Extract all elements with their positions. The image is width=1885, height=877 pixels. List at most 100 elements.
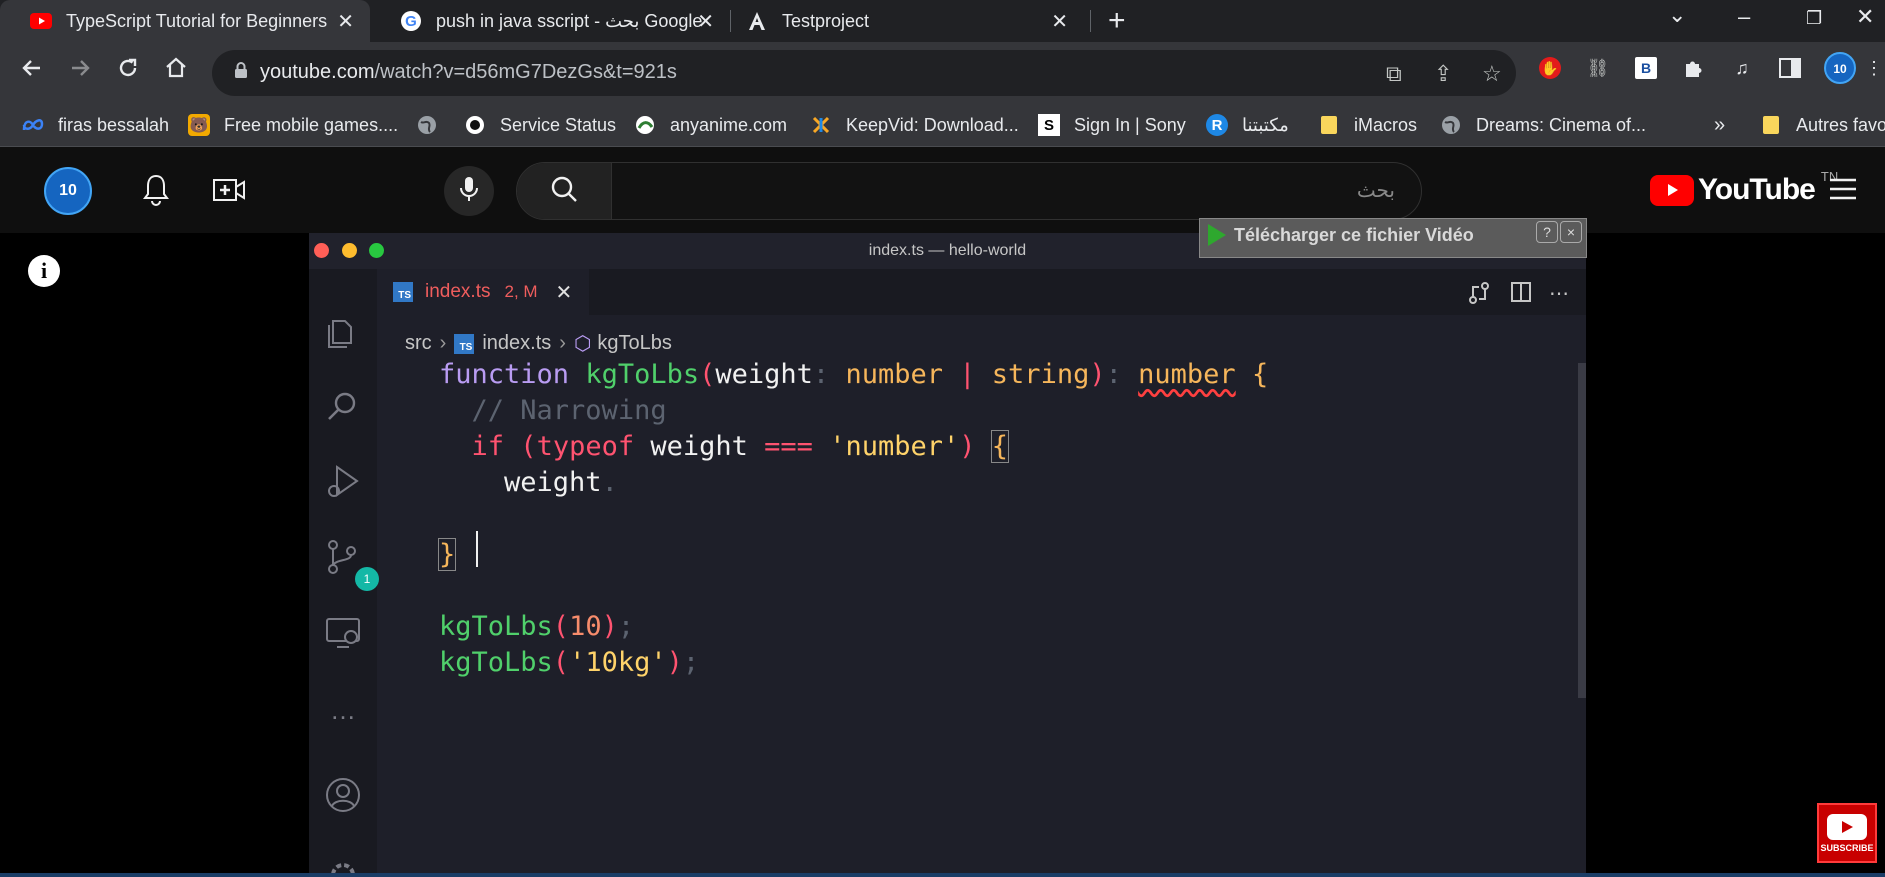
tab-divider	[1090, 10, 1091, 32]
close-tab-icon[interactable]: ✕	[697, 9, 714, 34]
hamburger-menu-icon[interactable]	[1828, 177, 1858, 206]
status-icon	[464, 114, 486, 136]
code-line: function kgToLbs(weight: number | string…	[439, 359, 1269, 390]
microphone-icon	[459, 175, 479, 208]
svg-text:✋: ✋	[1541, 60, 1558, 76]
function-symbol-icon: ⬡	[573, 333, 592, 355]
tab-search-icon[interactable]: ⌄	[1668, 2, 1686, 28]
bookmark-star-icon[interactable]: ☆	[1482, 61, 1502, 87]
bookmarks-bar: firas bessalah 🐻 Free mobile games.... S…	[0, 104, 1885, 147]
code-line: kgToLbs(10);	[439, 611, 635, 642]
angular-icon	[746, 10, 768, 32]
svg-text:B: B	[1641, 60, 1651, 76]
youtube-logo[interactable]: YouTube TN	[1650, 169, 1838, 207]
info-icon[interactable]: i	[28, 255, 60, 287]
new-tab-button[interactable]: +	[1108, 4, 1126, 38]
scm-badge: 1	[355, 567, 379, 591]
close-icon: ✕	[555, 281, 573, 304]
tab-title: Testproject	[782, 10, 870, 31]
meta-icon	[22, 114, 44, 136]
code-editor: function kgToLbs(weight: number | string…	[437, 357, 1269, 681]
voice-search-button[interactable]	[444, 166, 494, 216]
bookmark-item[interactable]: firas bessalah	[22, 104, 169, 146]
run-debug-icon	[323, 461, 363, 501]
tab-testproject[interactable]: Testproject ✕	[730, 0, 1090, 42]
tab-youtube[interactable]: TypeScript Tutorial for Beginners ✕	[0, 0, 370, 42]
link-extension-icon[interactable]: ⛓	[1586, 56, 1610, 80]
svg-text:10: 10	[1833, 62, 1847, 76]
bookmark-item[interactable]: 🐻 Free mobile games....	[188, 104, 398, 146]
home-icon[interactable]	[164, 56, 188, 87]
tab-title: push in java sscript - بحث Google	[436, 10, 703, 31]
tab-status: 2, M	[504, 282, 538, 301]
anime-icon	[634, 114, 656, 136]
close-tab-icon[interactable]: ✕	[1051, 9, 1068, 34]
folder-icon	[1760, 114, 1782, 136]
bookmark-item[interactable]: R مكتبتنا	[1206, 104, 1289, 146]
chevron-right-icon: ›	[559, 332, 566, 354]
youtube-masthead: 10 بحث YouTube TN	[0, 147, 1885, 233]
avatar[interactable]: 10	[44, 167, 92, 215]
share-icon[interactable]: ⇪	[1434, 61, 1452, 87]
typescript-file-icon: TS	[454, 333, 475, 354]
video-player[interactable]: i index.ts — hello-world 1 … TS index.ts…	[0, 218, 1885, 877]
search-input[interactable]: بحث	[1357, 178, 1395, 203]
text-cursor	[476, 531, 478, 567]
more-actions-icon: ⋯	[1549, 283, 1569, 305]
bookmark-item[interactable]	[416, 104, 452, 146]
side-panel-icon[interactable]	[1778, 56, 1802, 80]
open-in-app-icon[interactable]: ⧉	[1386, 61, 1402, 87]
browser-toolbar: youtube.com/watch?v=d56mG7DezGs&t=921s ⧉…	[0, 42, 1885, 104]
bookmarks-overflow-button[interactable]: »	[1714, 104, 1725, 146]
stop-hand-extension-icon[interactable]: ✋	[1538, 56, 1562, 80]
tab-google[interactable]: G push in java sscript - بحث Google ✕	[370, 0, 730, 42]
library-icon: R	[1206, 114, 1228, 136]
other-bookmarks-folder[interactable]: Autres favo	[1760, 104, 1885, 146]
notifications-bell-icon[interactable]	[142, 173, 170, 212]
download-video-button[interactable]: Télécharger ce fichier Vidéo	[1208, 221, 1474, 249]
keepvid-icon	[810, 114, 832, 136]
chrome-menu-icon[interactable]: ⋮	[1862, 56, 1885, 80]
editor-scrollbar	[1578, 363, 1586, 698]
bookmark-item[interactable]: iMacros	[1318, 104, 1417, 146]
back-icon[interactable]	[20, 56, 44, 87]
create-video-icon[interactable]	[212, 177, 246, 208]
bookmark-item[interactable]: S Sign In | Sony	[1038, 104, 1186, 146]
profile-avatar-icon[interactable]: 10	[1824, 52, 1856, 84]
globe-icon	[416, 114, 438, 136]
youtube-play-icon	[1650, 174, 1694, 206]
forward-icon[interactable]	[68, 56, 92, 87]
bookmark-item[interactable]: Service Status	[464, 104, 616, 146]
code-line: // Narrowing	[471, 395, 667, 426]
video-progress-bar[interactable]	[0, 873, 1885, 877]
split-editor-icon	[1510, 281, 1532, 309]
vscode-window: index.ts — hello-world 1 … TS index.ts 2…	[309, 218, 1587, 877]
subscribe-watermark[interactable]: SUBSCRIBE	[1817, 803, 1877, 863]
activity-bar: 1 …	[309, 269, 379, 877]
restore-icon[interactable]: ❐	[1806, 8, 1822, 29]
close-tab-icon[interactable]: ✕	[337, 9, 354, 34]
bookmark-item[interactable]: Dreams: Cinema of...	[1440, 104, 1646, 146]
url-text: youtube.com/watch?v=d56mG7DezGs&t=921s	[260, 61, 677, 83]
code-line: if (typeof weight === 'number') {	[471, 430, 1010, 463]
play-icon	[1827, 813, 1867, 840]
tab-filename: index.ts	[425, 281, 491, 302]
media-queue-icon[interactable]: ♫	[1730, 56, 1754, 80]
search-icon	[323, 387, 363, 427]
search-button[interactable]	[517, 163, 612, 219]
address-bar[interactable]: youtube.com/watch?v=d56mG7DezGs&t=921s ⧉…	[212, 50, 1516, 96]
b-extension-icon[interactable]: B	[1634, 56, 1658, 80]
help-button[interactable]: ?	[1536, 221, 1558, 243]
tab-title: TypeScript Tutorial for Beginners	[66, 10, 328, 31]
reload-icon[interactable]	[116, 56, 140, 87]
close-overlay-button[interactable]: ×	[1560, 221, 1582, 243]
bookmark-item[interactable]: anyanime.com	[634, 104, 787, 146]
close-window-icon[interactable]: ✕	[1856, 4, 1874, 30]
bookmark-item[interactable]: KeepVid: Download...	[810, 104, 1019, 146]
sony-icon: S	[1038, 114, 1060, 136]
minimize-icon[interactable]: –	[1738, 4, 1750, 30]
lock-icon[interactable]	[234, 62, 248, 83]
game-icon: 🐻	[188, 114, 210, 136]
extensions-puzzle-icon[interactable]	[1682, 56, 1706, 80]
